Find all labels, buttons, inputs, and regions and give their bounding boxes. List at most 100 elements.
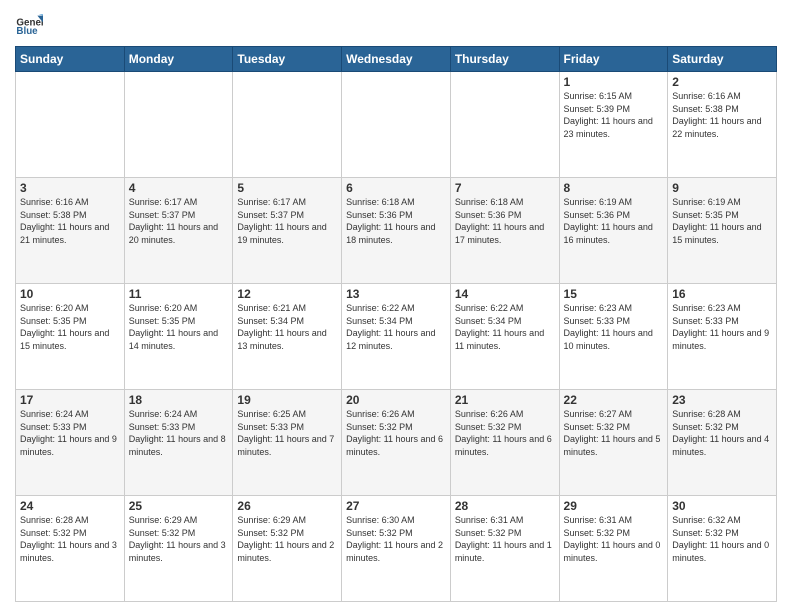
day-number: 20 (346, 393, 446, 407)
day-number: 26 (237, 499, 337, 513)
day-info: Sunrise: 6:17 AM Sunset: 5:37 PM Dayligh… (129, 196, 229, 246)
day-cell (233, 72, 342, 178)
day-cell: 24Sunrise: 6:28 AM Sunset: 5:32 PM Dayli… (16, 496, 125, 602)
calendar-table: SundayMondayTuesdayWednesdayThursdayFrid… (15, 46, 777, 602)
weekday-sunday: Sunday (16, 47, 125, 72)
day-cell: 14Sunrise: 6:22 AM Sunset: 5:34 PM Dayli… (450, 284, 559, 390)
day-info: Sunrise: 6:23 AM Sunset: 5:33 PM Dayligh… (672, 302, 772, 352)
day-number: 23 (672, 393, 772, 407)
day-number: 24 (20, 499, 120, 513)
day-number: 29 (564, 499, 664, 513)
day-info: Sunrise: 6:26 AM Sunset: 5:32 PM Dayligh… (346, 408, 446, 458)
day-number: 22 (564, 393, 664, 407)
day-info: Sunrise: 6:17 AM Sunset: 5:37 PM Dayligh… (237, 196, 337, 246)
day-info: Sunrise: 6:27 AM Sunset: 5:32 PM Dayligh… (564, 408, 664, 458)
day-cell: 16Sunrise: 6:23 AM Sunset: 5:33 PM Dayli… (668, 284, 777, 390)
day-number: 7 (455, 181, 555, 195)
day-cell: 25Sunrise: 6:29 AM Sunset: 5:32 PM Dayli… (124, 496, 233, 602)
day-number: 19 (237, 393, 337, 407)
day-info: Sunrise: 6:16 AM Sunset: 5:38 PM Dayligh… (672, 90, 772, 140)
day-info: Sunrise: 6:31 AM Sunset: 5:32 PM Dayligh… (455, 514, 555, 564)
day-info: Sunrise: 6:24 AM Sunset: 5:33 PM Dayligh… (129, 408, 229, 458)
weekday-saturday: Saturday (668, 47, 777, 72)
day-cell: 27Sunrise: 6:30 AM Sunset: 5:32 PM Dayli… (342, 496, 451, 602)
day-cell: 7Sunrise: 6:18 AM Sunset: 5:36 PM Daylig… (450, 178, 559, 284)
day-number: 4 (129, 181, 229, 195)
day-number: 15 (564, 287, 664, 301)
day-info: Sunrise: 6:22 AM Sunset: 5:34 PM Dayligh… (346, 302, 446, 352)
day-info: Sunrise: 6:28 AM Sunset: 5:32 PM Dayligh… (672, 408, 772, 458)
day-info: Sunrise: 6:19 AM Sunset: 5:36 PM Dayligh… (564, 196, 664, 246)
day-cell: 4Sunrise: 6:17 AM Sunset: 5:37 PM Daylig… (124, 178, 233, 284)
week-row-5: 24Sunrise: 6:28 AM Sunset: 5:32 PM Dayli… (16, 496, 777, 602)
day-cell: 2Sunrise: 6:16 AM Sunset: 5:38 PM Daylig… (668, 72, 777, 178)
day-info: Sunrise: 6:29 AM Sunset: 5:32 PM Dayligh… (237, 514, 337, 564)
weekday-thursday: Thursday (450, 47, 559, 72)
week-row-3: 10Sunrise: 6:20 AM Sunset: 5:35 PM Dayli… (16, 284, 777, 390)
day-cell: 22Sunrise: 6:27 AM Sunset: 5:32 PM Dayli… (559, 390, 668, 496)
day-cell: 12Sunrise: 6:21 AM Sunset: 5:34 PM Dayli… (233, 284, 342, 390)
day-number: 9 (672, 181, 772, 195)
day-number: 3 (20, 181, 120, 195)
day-cell: 15Sunrise: 6:23 AM Sunset: 5:33 PM Dayli… (559, 284, 668, 390)
day-cell: 21Sunrise: 6:26 AM Sunset: 5:32 PM Dayli… (450, 390, 559, 496)
day-number: 8 (564, 181, 664, 195)
day-number: 25 (129, 499, 229, 513)
day-cell: 11Sunrise: 6:20 AM Sunset: 5:35 PM Dayli… (124, 284, 233, 390)
week-row-1: 1Sunrise: 6:15 AM Sunset: 5:39 PM Daylig… (16, 72, 777, 178)
logo-icon: General Blue (15, 10, 43, 38)
day-info: Sunrise: 6:26 AM Sunset: 5:32 PM Dayligh… (455, 408, 555, 458)
day-info: Sunrise: 6:18 AM Sunset: 5:36 PM Dayligh… (455, 196, 555, 246)
day-cell: 30Sunrise: 6:32 AM Sunset: 5:32 PM Dayli… (668, 496, 777, 602)
day-cell (124, 72, 233, 178)
page: General Blue SundayMondayTuesdayWednesda… (0, 0, 792, 612)
day-cell (450, 72, 559, 178)
week-row-4: 17Sunrise: 6:24 AM Sunset: 5:33 PM Dayli… (16, 390, 777, 496)
day-info: Sunrise: 6:24 AM Sunset: 5:33 PM Dayligh… (20, 408, 120, 458)
day-cell (16, 72, 125, 178)
day-cell: 8Sunrise: 6:19 AM Sunset: 5:36 PM Daylig… (559, 178, 668, 284)
day-cell: 9Sunrise: 6:19 AM Sunset: 5:35 PM Daylig… (668, 178, 777, 284)
day-number: 2 (672, 75, 772, 89)
day-number: 16 (672, 287, 772, 301)
day-number: 28 (455, 499, 555, 513)
day-number: 13 (346, 287, 446, 301)
day-number: 18 (129, 393, 229, 407)
day-info: Sunrise: 6:23 AM Sunset: 5:33 PM Dayligh… (564, 302, 664, 352)
day-cell: 13Sunrise: 6:22 AM Sunset: 5:34 PM Dayli… (342, 284, 451, 390)
day-number: 14 (455, 287, 555, 301)
day-info: Sunrise: 6:20 AM Sunset: 5:35 PM Dayligh… (20, 302, 120, 352)
day-info: Sunrise: 6:28 AM Sunset: 5:32 PM Dayligh… (20, 514, 120, 564)
weekday-monday: Monday (124, 47, 233, 72)
day-info: Sunrise: 6:30 AM Sunset: 5:32 PM Dayligh… (346, 514, 446, 564)
day-number: 21 (455, 393, 555, 407)
day-cell: 10Sunrise: 6:20 AM Sunset: 5:35 PM Dayli… (16, 284, 125, 390)
day-number: 1 (564, 75, 664, 89)
day-info: Sunrise: 6:20 AM Sunset: 5:35 PM Dayligh… (129, 302, 229, 352)
day-cell: 5Sunrise: 6:17 AM Sunset: 5:37 PM Daylig… (233, 178, 342, 284)
day-info: Sunrise: 6:21 AM Sunset: 5:34 PM Dayligh… (237, 302, 337, 352)
day-cell: 23Sunrise: 6:28 AM Sunset: 5:32 PM Dayli… (668, 390, 777, 496)
week-row-2: 3Sunrise: 6:16 AM Sunset: 5:38 PM Daylig… (16, 178, 777, 284)
day-cell: 18Sunrise: 6:24 AM Sunset: 5:33 PM Dayli… (124, 390, 233, 496)
day-number: 30 (672, 499, 772, 513)
day-cell: 3Sunrise: 6:16 AM Sunset: 5:38 PM Daylig… (16, 178, 125, 284)
weekday-header-row: SundayMondayTuesdayWednesdayThursdayFrid… (16, 47, 777, 72)
day-number: 10 (20, 287, 120, 301)
day-number: 11 (129, 287, 229, 301)
day-info: Sunrise: 6:15 AM Sunset: 5:39 PM Dayligh… (564, 90, 664, 140)
svg-text:Blue: Blue (16, 26, 38, 37)
day-number: 27 (346, 499, 446, 513)
day-info: Sunrise: 6:19 AM Sunset: 5:35 PM Dayligh… (672, 196, 772, 246)
day-number: 12 (237, 287, 337, 301)
day-info: Sunrise: 6:32 AM Sunset: 5:32 PM Dayligh… (672, 514, 772, 564)
day-info: Sunrise: 6:16 AM Sunset: 5:38 PM Dayligh… (20, 196, 120, 246)
header: General Blue (15, 10, 777, 38)
day-cell: 1Sunrise: 6:15 AM Sunset: 5:39 PM Daylig… (559, 72, 668, 178)
weekday-tuesday: Tuesday (233, 47, 342, 72)
day-info: Sunrise: 6:29 AM Sunset: 5:32 PM Dayligh… (129, 514, 229, 564)
day-cell: 20Sunrise: 6:26 AM Sunset: 5:32 PM Dayli… (342, 390, 451, 496)
day-info: Sunrise: 6:25 AM Sunset: 5:33 PM Dayligh… (237, 408, 337, 458)
day-info: Sunrise: 6:31 AM Sunset: 5:32 PM Dayligh… (564, 514, 664, 564)
weekday-wednesday: Wednesday (342, 47, 451, 72)
